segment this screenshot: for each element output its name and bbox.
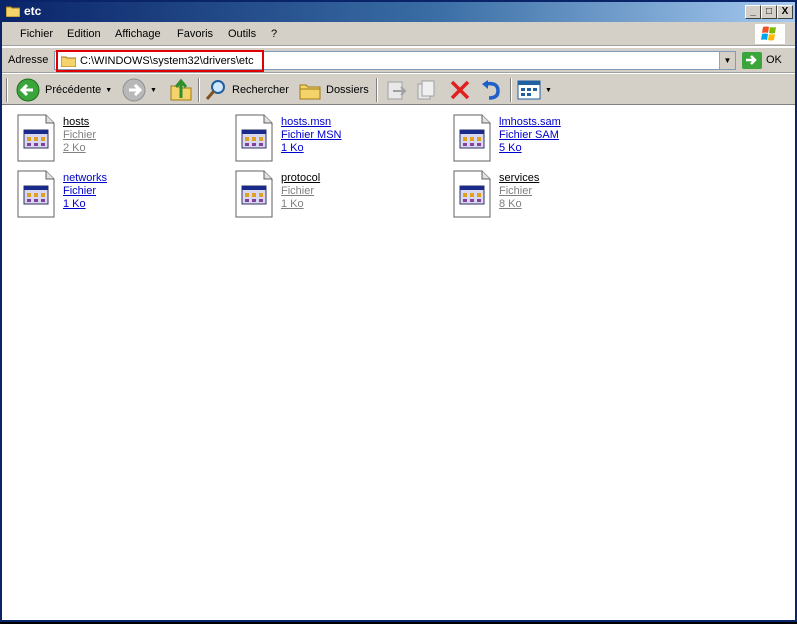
- back-button[interactable]: Précédente ▼: [16, 78, 112, 102]
- search-icon: [205, 80, 225, 100]
- folder-icon: [61, 56, 76, 67]
- folders-button[interactable]: Dossiers: [299, 78, 369, 102]
- move-to-icon: [387, 81, 407, 100]
- folder-icon: [6, 6, 20, 17]
- toolbar-grip: [6, 78, 8, 102]
- file-list-view: hosts Fichier 2 Ko hosts.msn Fichier MSN…: [2, 106, 795, 620]
- address-value: C:\WINDOWS\system32\drivers\etc: [80, 55, 254, 67]
- views-icon: [517, 80, 541, 100]
- menu-affichage[interactable]: Affichage: [115, 28, 161, 40]
- file-name: hosts.msn: [281, 116, 332, 128]
- explorer-window: etc _ □ X Fichier Edition Affichage Favo…: [0, 0, 797, 622]
- file-size: 1 Ko: [281, 142, 304, 154]
- file-name: hosts: [63, 116, 90, 128]
- delete-icon: [450, 80, 470, 100]
- views-dropdown-caret[interactable]: ▼: [545, 87, 552, 94]
- file-item[interactable]: networks Fichier 1 Ko: [16, 170, 216, 222]
- file-type: Fichier SAM: [499, 129, 559, 141]
- file-name: protocol: [281, 172, 321, 184]
- address-input[interactable]: C:\WINDOWS\system32\drivers\etc ▼: [54, 50, 736, 72]
- forward-arrow-icon: [122, 78, 146, 102]
- undo-icon: [482, 80, 500, 100]
- views-button[interactable]: ▼: [517, 78, 552, 102]
- close-button[interactable]: X: [777, 5, 793, 19]
- menu-help[interactable]: ?: [271, 28, 277, 40]
- up-button[interactable]: [170, 78, 192, 102]
- address-label: Adresse: [8, 54, 49, 66]
- file-size: 2 Ko: [63, 142, 86, 154]
- folder-up-icon: [170, 78, 192, 101]
- system-file-icon: [17, 114, 55, 162]
- search-button[interactable]: Rechercher: [205, 78, 289, 102]
- folders-icon: [299, 84, 321, 100]
- file-item[interactable]: protocol Fichier 1 Ko: [234, 170, 434, 222]
- go-label[interactable]: OK: [766, 54, 782, 66]
- folders-label: Dossiers: [326, 84, 369, 96]
- file-name: services: [499, 172, 540, 184]
- menu-outils[interactable]: Outils: [228, 28, 256, 40]
- file-type: Fichier: [281, 185, 315, 197]
- file-item[interactable]: hosts.msn Fichier MSN 1 Ko: [234, 114, 434, 166]
- file-item[interactable]: hosts Fichier 2 Ko: [16, 114, 216, 166]
- file-name: lmhosts.sam: [499, 116, 561, 128]
- copy-to-icon: [417, 80, 435, 100]
- system-file-icon: [17, 170, 55, 218]
- toolbar-separator: [376, 78, 378, 102]
- file-item[interactable]: services Fichier 8 Ko: [452, 170, 652, 222]
- file-type: Fichier: [499, 185, 533, 197]
- maximize-button[interactable]: □: [761, 5, 777, 19]
- file-type: Fichier: [63, 129, 97, 141]
- forward-dropdown-caret[interactable]: ▼: [150, 87, 157, 94]
- system-file-icon: [235, 114, 273, 162]
- menu-fichier[interactable]: Fichier: [20, 28, 53, 40]
- search-label: Rechercher: [232, 84, 289, 96]
- file-size: 5 Ko: [499, 142, 522, 154]
- file-item[interactable]: lmhosts.sam Fichier SAM 5 Ko: [452, 114, 652, 166]
- file-size: 1 Ko: [63, 198, 86, 210]
- minimize-button[interactable]: _: [745, 5, 761, 19]
- undo-button[interactable]: [480, 78, 502, 102]
- window-title: etc: [24, 4, 42, 18]
- toolbar: Précédente ▼ ▼ Rechercher Dossiers ▼: [2, 74, 795, 105]
- windows-logo-icon: [755, 24, 785, 44]
- file-size: 8 Ko: [499, 198, 522, 210]
- file-type: Fichier MSN: [281, 129, 342, 141]
- title-bar[interactable]: etc _ □ X: [2, 2, 795, 22]
- move-to-button[interactable]: [385, 78, 407, 102]
- system-file-icon: [235, 170, 273, 218]
- file-size: 1 Ko: [281, 198, 304, 210]
- toolbar-separator: [198, 78, 200, 102]
- go-arrow-icon[interactable]: [742, 52, 762, 69]
- file-name: networks: [63, 172, 108, 184]
- toolbar-separator: [510, 78, 512, 102]
- forward-button[interactable]: ▼: [122, 78, 157, 102]
- back-label: Précédente: [45, 84, 102, 96]
- address-dropdown-button[interactable]: ▼: [719, 52, 735, 69]
- copy-to-button[interactable]: [415, 78, 437, 102]
- system-file-icon: [453, 114, 491, 162]
- file-type: Fichier: [63, 185, 97, 197]
- system-file-icon: [453, 170, 491, 218]
- menu-bar: Fichier Edition Affichage Favoris Outils…: [2, 22, 795, 46]
- back-dropdown-caret[interactable]: ▼: [105, 87, 112, 94]
- address-bar: Adresse C:\WINDOWS\system32\drivers\etc …: [2, 47, 795, 73]
- back-arrow-icon: [16, 78, 40, 102]
- delete-button[interactable]: [449, 78, 471, 102]
- menu-edition[interactable]: Edition: [67, 28, 101, 40]
- menu-favoris[interactable]: Favoris: [177, 28, 213, 40]
